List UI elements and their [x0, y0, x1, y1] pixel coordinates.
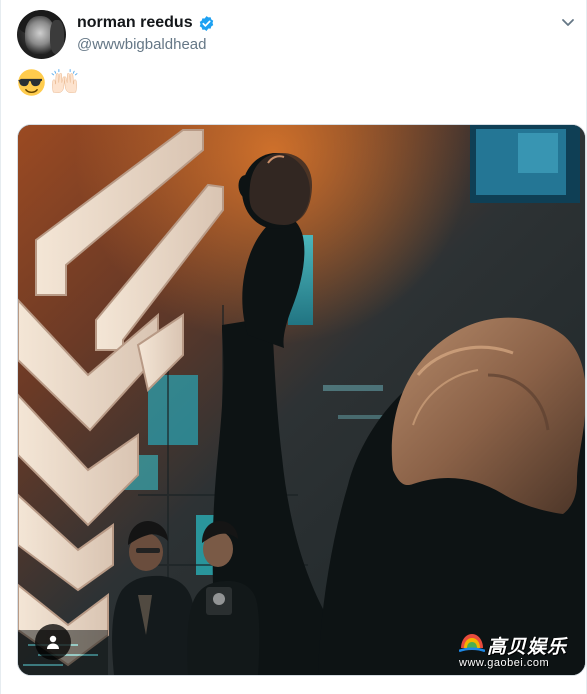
- chevron-down-icon[interactable]: [560, 14, 576, 30]
- watermark-logo-icon: [459, 634, 485, 653]
- user-tag-button[interactable]: [35, 624, 71, 660]
- tweet-card: norman reedus @wwwbigbaldhead 高贝娱乐 www.g…: [0, 0, 587, 694]
- tweet-photo[interactable]: [17, 124, 586, 676]
- watermark-title: 高贝娱乐: [487, 636, 568, 658]
- user-tag-icon: [47, 635, 59, 649]
- verified-badge-icon: [199, 15, 213, 31]
- watermark-url: www.gaobei.com: [459, 657, 550, 669]
- tweet-text: [17, 68, 79, 97]
- avatar[interactable]: [17, 10, 66, 59]
- watermark: 高贝娱乐 www.gaobei.com: [459, 630, 575, 674]
- stage-photo: [18, 125, 585, 675]
- display-name[interactable]: norman reedus: [77, 14, 215, 32]
- display-name-text[interactable]: norman reedus: [77, 14, 193, 32]
- avatar-side: [50, 20, 64, 54]
- raising-hands-icon: [51, 69, 78, 93]
- user-handle[interactable]: @wwwbigbaldhead: [77, 36, 206, 53]
- smiling-face-with-sunglasses-icon: [17, 69, 45, 96]
